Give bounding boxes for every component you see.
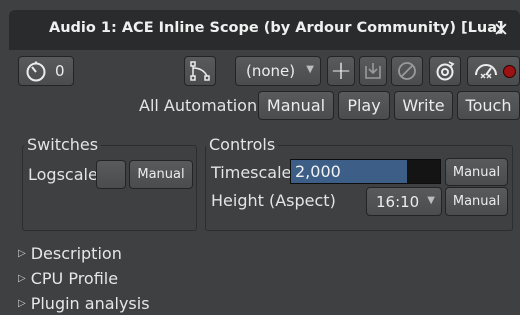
latency-value: 0 xyxy=(55,62,65,80)
expander-label: Description xyxy=(30,243,122,263)
automation-manual-button[interactable]: Manual xyxy=(258,91,334,120)
height-label: Height (Aspect) xyxy=(211,191,336,210)
timescale-label: Timescale xyxy=(211,163,292,182)
timescale-slider[interactable]: 2,000 xyxy=(290,159,441,184)
logscale-label: Logscale xyxy=(28,165,98,184)
height-dropdown[interactable]: 16:10 ▼ xyxy=(366,187,442,216)
title-bar: Audio 1: ACE Inline Scope (by Ardour Com… xyxy=(9,10,520,50)
record-indicator-icon xyxy=(503,65,516,78)
logscale-manual-button[interactable]: Manual xyxy=(129,160,193,189)
controls-title: Controls xyxy=(206,135,279,154)
close-button[interactable]: ✕ xyxy=(487,16,515,44)
expander-cpu-profile[interactable]: ▷ CPU Profile xyxy=(18,267,118,289)
add-preset-button[interactable]: + xyxy=(327,56,355,86)
height-value: 16:10 xyxy=(376,192,420,211)
bypass-button[interactable] xyxy=(467,56,520,86)
expander-plugin-analysis[interactable]: ▷ Plugin analysis xyxy=(18,292,150,314)
expander-arrow-icon: ▷ xyxy=(18,297,26,309)
window-title: Audio 1: ACE Inline Scope (by Ardour Com… xyxy=(49,20,504,36)
save-preset-icon xyxy=(365,63,381,79)
pin-routing-button[interactable] xyxy=(184,56,216,86)
delete-preset-icon xyxy=(398,62,416,80)
expander-description[interactable]: ▷ Description xyxy=(18,242,122,264)
expander-label: Plugin analysis xyxy=(30,293,150,313)
height-manual-button[interactable]: Manual xyxy=(445,187,508,216)
description-toggle-button[interactable] xyxy=(429,56,461,86)
delete-preset-button[interactable] xyxy=(391,56,423,86)
expander-arrow-icon: ▷ xyxy=(18,247,26,259)
timer-icon xyxy=(25,60,47,82)
description-toggle-icon xyxy=(436,61,455,81)
automation-play-button[interactable]: Play xyxy=(338,91,390,120)
preset-dropdown[interactable]: (none) ▼ xyxy=(235,56,321,86)
preset-value: (none) xyxy=(246,62,296,80)
add-preset-icon: + xyxy=(330,56,352,86)
save-preset-button[interactable] xyxy=(359,56,387,86)
logscale-toggle[interactable] xyxy=(96,160,126,189)
expander-label: CPU Profile xyxy=(30,268,119,288)
timescale-value: 2,000 xyxy=(295,162,341,181)
bypass-knob-icon xyxy=(475,64,497,79)
automation-touch-button[interactable]: Touch xyxy=(457,91,520,120)
automation-write-button[interactable]: Write xyxy=(394,91,453,120)
close-icon: ✕ xyxy=(493,19,509,41)
latency-button[interactable]: 0 xyxy=(18,56,74,86)
expander-arrow-icon: ▷ xyxy=(18,272,26,284)
dropdown-arrow-icon: ▼ xyxy=(306,64,314,75)
switches-title: Switches xyxy=(24,135,102,154)
automation-label: All Automation xyxy=(139,96,258,115)
timescale-manual-button[interactable]: Manual xyxy=(445,158,508,186)
pin-routing-icon xyxy=(190,61,210,81)
dropdown-arrow-icon: ▼ xyxy=(427,195,435,206)
